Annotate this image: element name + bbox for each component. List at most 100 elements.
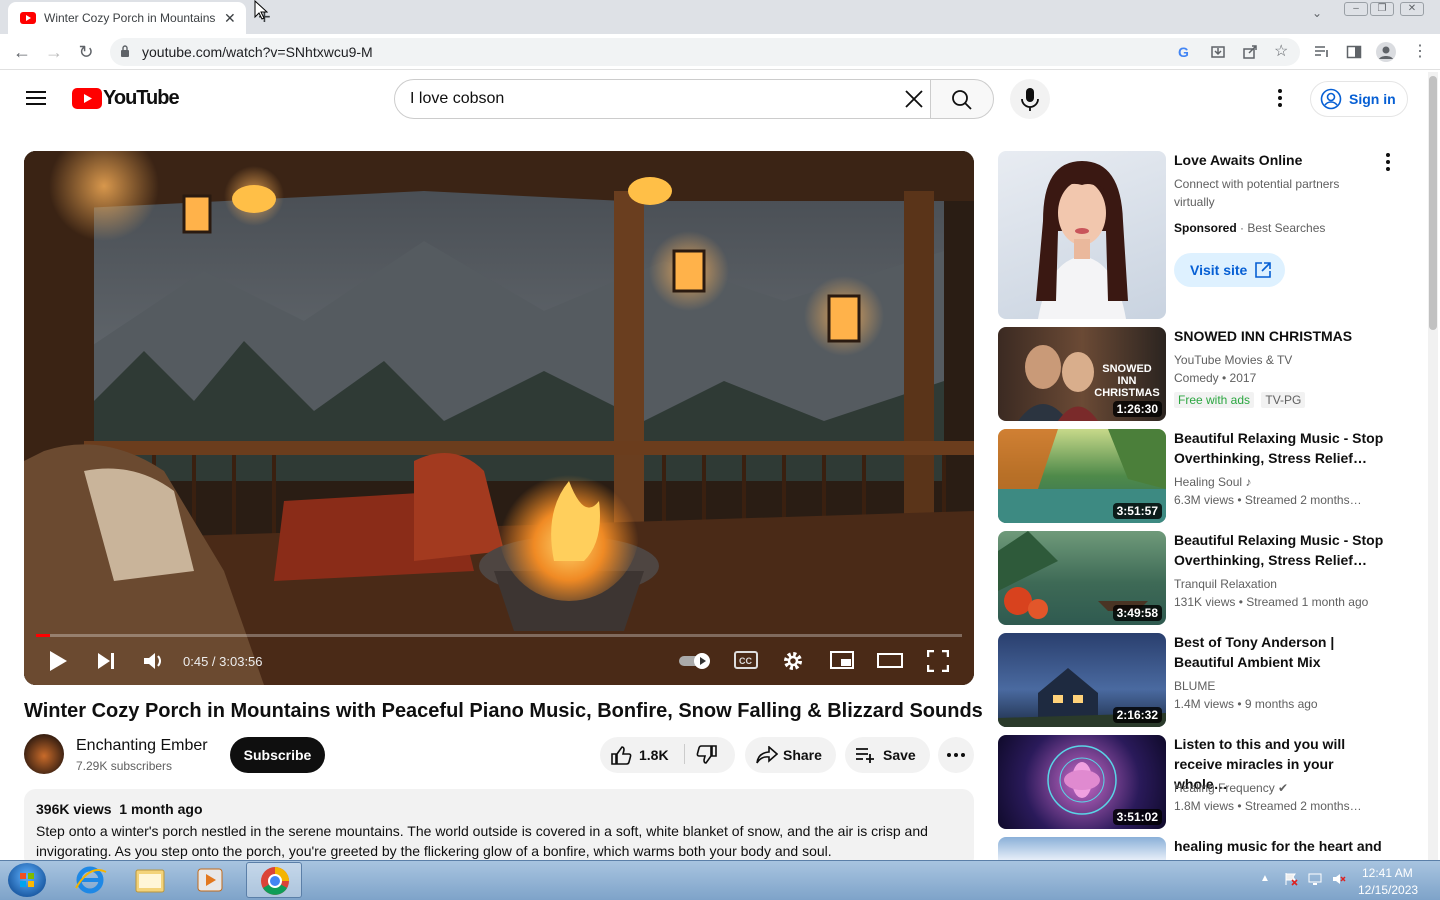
svg-text:CC: CC	[739, 656, 752, 666]
related-title[interactable]: Best of Tony Anderson | Beautiful Ambien…	[1174, 632, 1384, 672]
youtube-logo-text[interactable]: YouTube	[103, 87, 180, 110]
related-channel[interactable]: Tranquil Relaxation	[1174, 575, 1277, 593]
related-title[interactable]: Beautiful Relaxing Music - Stop Overthin…	[1174, 530, 1384, 570]
like-divider	[684, 744, 685, 764]
save-label[interactable]: Save	[883, 747, 916, 763]
install-icon[interactable]	[1210, 44, 1226, 60]
related-thumbnail[interactable]: 3:49:58	[998, 531, 1166, 625]
start-button-icon[interactable]	[8, 863, 46, 897]
reload-icon[interactable]: ↻	[76, 42, 96, 62]
captions-icon[interactable]: CC	[734, 650, 758, 670]
external-link-icon	[1254, 261, 1272, 279]
profile-avatar-icon[interactable]	[1376, 42, 1396, 62]
microphone-icon	[1021, 88, 1039, 111]
sign-in-label[interactable]: Sign in	[1349, 91, 1396, 107]
related-thumbnail[interactable]: 2:16:32	[998, 633, 1166, 727]
chrome-menu-icon[interactable]: ⋮	[1412, 44, 1428, 60]
more-actions-button[interactable]	[938, 737, 974, 773]
video-duration: 3:49:58	[1112, 605, 1162, 621]
bookmark-star-icon[interactable]: ☆	[1274, 44, 1290, 60]
free-with-ads-badge: Free with ads	[1174, 392, 1255, 408]
like-count[interactable]: 1.8K	[639, 747, 669, 763]
video-duration: 3:51:02	[1112, 809, 1162, 825]
miniplayer-icon[interactable]	[830, 650, 854, 670]
related-meta: 1.4M views • 9 months ago	[1174, 697, 1318, 711]
back-icon[interactable]: ←	[12, 42, 32, 62]
theater-mode-icon[interactable]	[877, 650, 903, 670]
more-horizontal-icon	[947, 753, 965, 757]
search-input[interactable]	[410, 88, 880, 110]
youtube-favicon-icon	[20, 12, 36, 24]
tray-network-icon[interactable]	[1308, 872, 1322, 886]
description-text: Step onto a winter's porch nestled in th…	[36, 823, 928, 859]
lock-icon[interactable]	[120, 45, 130, 57]
related-thumbnail[interactable]: SNOWED INN CHRISTMAS 1:26:30	[998, 327, 1166, 421]
taskbar-clock-date[interactable]: 12/15/2023	[1358, 883, 1418, 897]
volume-icon[interactable]	[142, 650, 164, 672]
related-title[interactable]: Beautiful Relaxing Music - Stop Overthin…	[1174, 428, 1384, 468]
related-title[interactable]: healing music for the heart and	[1174, 836, 1384, 856]
poster-title-text: SNOWED INN CHRISTMAS	[1094, 363, 1160, 399]
next-icon[interactable]	[96, 650, 116, 672]
related-meta: 6.3M views • Streamed 2 months…	[1174, 493, 1362, 507]
channel-name[interactable]: Enchanting Ember	[76, 737, 208, 755]
ad-thumbnail[interactable]	[998, 151, 1166, 319]
related-meta: 1.8M views • Streamed 2 months…	[1174, 799, 1362, 813]
browser-tab[interactable]: Winter Cozy Porch in Mountains ✕	[8, 2, 246, 34]
dislike-icon[interactable]	[696, 745, 718, 765]
play-icon[interactable]	[48, 650, 68, 672]
related-channel[interactable]: YouTube Movies & TV	[1174, 351, 1292, 369]
progress-bar[interactable]	[36, 634, 962, 637]
internet-explorer-icon[interactable]	[62, 862, 118, 898]
clear-search-icon[interactable]	[902, 87, 926, 111]
related-title[interactable]: SNOWED INN CHRISTMAS	[1174, 326, 1384, 346]
mouse-cursor-icon	[254, 0, 268, 20]
minimize-icon[interactable]: –	[1344, 2, 1368, 16]
autoplay-toggle[interactable]	[678, 652, 714, 670]
url-text: youtube.com/watch?v=SNhtxwcu9-M	[142, 44, 373, 60]
video-player[interactable]	[24, 151, 974, 685]
related-thumbnail[interactable]: 3:51:02	[998, 735, 1166, 829]
settings-gear-icon[interactable]	[782, 650, 804, 672]
tray-volume-muted-icon[interactable]	[1332, 872, 1346, 886]
ad-title[interactable]: Love Awaits Online	[1174, 150, 1384, 170]
file-explorer-icon[interactable]	[122, 862, 178, 898]
channel-avatar[interactable]	[24, 734, 64, 774]
restore-icon[interactable]: ❐	[1370, 2, 1394, 16]
related-channel[interactable]: Healing Soul ♪	[1174, 473, 1251, 491]
window-close-icon[interactable]: ✕	[1400, 2, 1424, 16]
ad-portrait-image	[1036, 161, 1128, 319]
hamburger-menu-icon[interactable]	[26, 90, 46, 106]
related-thumbnail[interactable]: 3:51:57	[998, 429, 1166, 523]
save-playlist-icon	[855, 746, 877, 764]
fullscreen-icon[interactable]	[927, 650, 949, 672]
like-icon[interactable]	[610, 745, 632, 765]
side-panel-icon[interactable]	[1346, 44, 1362, 60]
settings-more-icon[interactable]	[1270, 88, 1290, 108]
rating-badge: TV-PG	[1261, 392, 1306, 408]
share-page-icon[interactable]	[1242, 44, 1258, 60]
forward-icon[interactable]: →	[44, 42, 64, 62]
voice-search-button[interactable]	[1010, 79, 1050, 119]
related-channel[interactable]: BLUME	[1174, 677, 1215, 695]
related-thumbnail[interactable]	[998, 837, 1166, 860]
chrome-taskbar-icon[interactable]	[246, 862, 302, 898]
tab-search-chevron-icon[interactable]: ⌄	[1312, 6, 1322, 20]
google-lens-icon[interactable]: G	[1178, 44, 1194, 60]
media-player-icon[interactable]	[182, 862, 238, 898]
share-label[interactable]: Share	[783, 747, 822, 763]
media-controls-icon[interactable]	[1314, 44, 1330, 60]
visit-site-label[interactable]: Visit site	[1190, 262, 1247, 278]
tab-close-icon[interactable]: ✕	[224, 10, 236, 27]
related-channel[interactable]: Healing Frequency ✔	[1174, 779, 1288, 797]
video-title: Winter Cozy Porch in Mountains with Peac…	[24, 700, 983, 722]
subscribe-button[interactable]: Subscribe	[230, 737, 325, 773]
scrollbar-thumb[interactable]	[1429, 76, 1437, 330]
youtube-logo-icon[interactable]	[72, 88, 102, 109]
ad-more-icon[interactable]	[1378, 152, 1398, 172]
advertiser-name: · Best Searches	[1240, 221, 1326, 235]
taskbar-clock-time[interactable]: 12:41 AM	[1362, 866, 1413, 880]
search-button[interactable]	[930, 79, 994, 119]
tray-flag-icon[interactable]	[1284, 872, 1298, 886]
show-hidden-icons[interactable]: ▲	[1260, 873, 1270, 884]
